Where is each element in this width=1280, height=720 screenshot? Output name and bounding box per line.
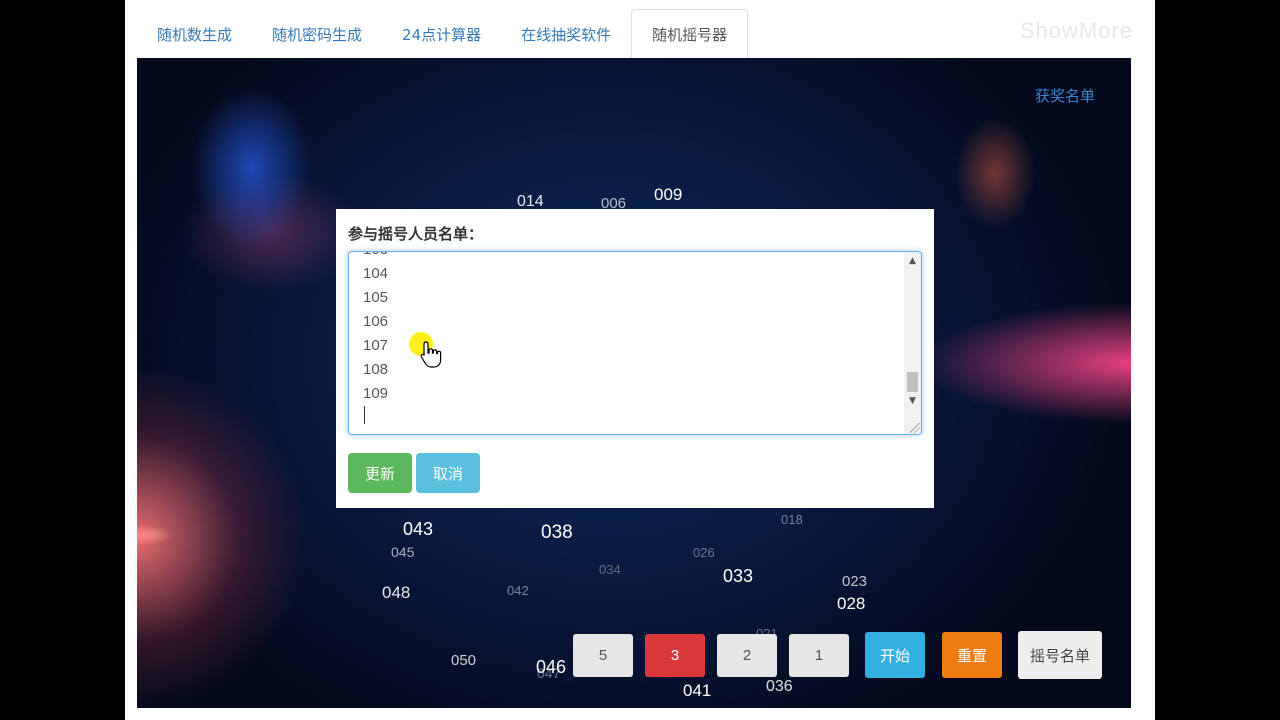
hand-pointer-icon <box>420 341 442 368</box>
tab-online-lottery[interactable]: 在线抽奖软件 <box>501 11 631 59</box>
resize-grip-icon[interactable] <box>910 423 920 433</box>
digit-box-1[interactable]: 5 <box>573 634 633 677</box>
list-item: 107 <box>363 337 389 354</box>
floating-number: 033 <box>723 566 754 586</box>
textarea-scrollbar-thumb[interactable] <box>907 372 918 392</box>
digit-box-2[interactable]: 3 <box>645 634 705 677</box>
floating-number: 023 <box>842 573 868 590</box>
list-item: 103 <box>363 252 388 262</box>
floating-number: 046 <box>536 657 567 677</box>
tab-random-draw[interactable]: 随机摇号器 <box>631 9 749 59</box>
digit-box-3[interactable]: 2 <box>717 634 777 677</box>
floating-number: 041 <box>683 681 712 700</box>
tab-24-point-calculator[interactable]: 24点计算器 <box>382 11 501 59</box>
tab-random-number[interactable]: 随机数生成 <box>137 11 252 59</box>
floating-number: 042 <box>507 583 529 598</box>
list-item: 105 <box>363 289 389 306</box>
list-item: 106 <box>363 313 389 330</box>
floating-number: 043 <box>403 519 434 539</box>
reset-button[interactable]: 重置 <box>942 632 1002 678</box>
update-button[interactable]: 更新 <box>348 453 412 493</box>
text-caret <box>364 406 365 424</box>
tab-random-password[interactable]: 随机密码生成 <box>252 11 382 59</box>
list-item: 108 <box>363 361 389 378</box>
floating-number: 018 <box>781 512 803 527</box>
start-button[interactable]: 开始 <box>865 632 925 678</box>
draw-roster-button[interactable]: 摇号名单 <box>1018 631 1102 679</box>
cancel-button[interactable]: 取消 <box>416 453 480 493</box>
digit-box-4[interactable]: 1 <box>789 634 849 677</box>
watermark-logo: ShowMore <box>1019 18 1133 43</box>
textarea-scroll-up-icon[interactable]: ▲ <box>904 254 921 268</box>
floating-number: 036 <box>766 678 793 695</box>
floating-number: 045 <box>391 544 415 560</box>
floating-number: 048 <box>382 583 411 602</box>
textarea-scroll-down-icon[interactable]: ▼ <box>904 394 921 408</box>
floating-number: 028 <box>837 594 866 613</box>
floating-number: 026 <box>693 545 715 560</box>
floating-number: 038 <box>541 522 573 543</box>
tab-bar: 随机数生成 随机密码生成 24点计算器 在线抽奖软件 随机摇号器 <box>137 9 1131 59</box>
list-item: 104 <box>363 265 389 282</box>
award-list-link[interactable]: 获奖名单 <box>1035 85 1095 106</box>
list-item: 109 <box>363 385 389 402</box>
floating-number: 050 <box>451 652 477 669</box>
dialog-title: 参与摇号人员名单： <box>348 225 484 243</box>
textarea-scrollbar[interactable]: ▲ ▼ <box>904 252 921 434</box>
participant-lines: 103 104 105 106 107 108 109 <box>363 252 389 406</box>
floating-number: 009 <box>654 185 683 204</box>
floating-number: 034 <box>599 562 621 577</box>
